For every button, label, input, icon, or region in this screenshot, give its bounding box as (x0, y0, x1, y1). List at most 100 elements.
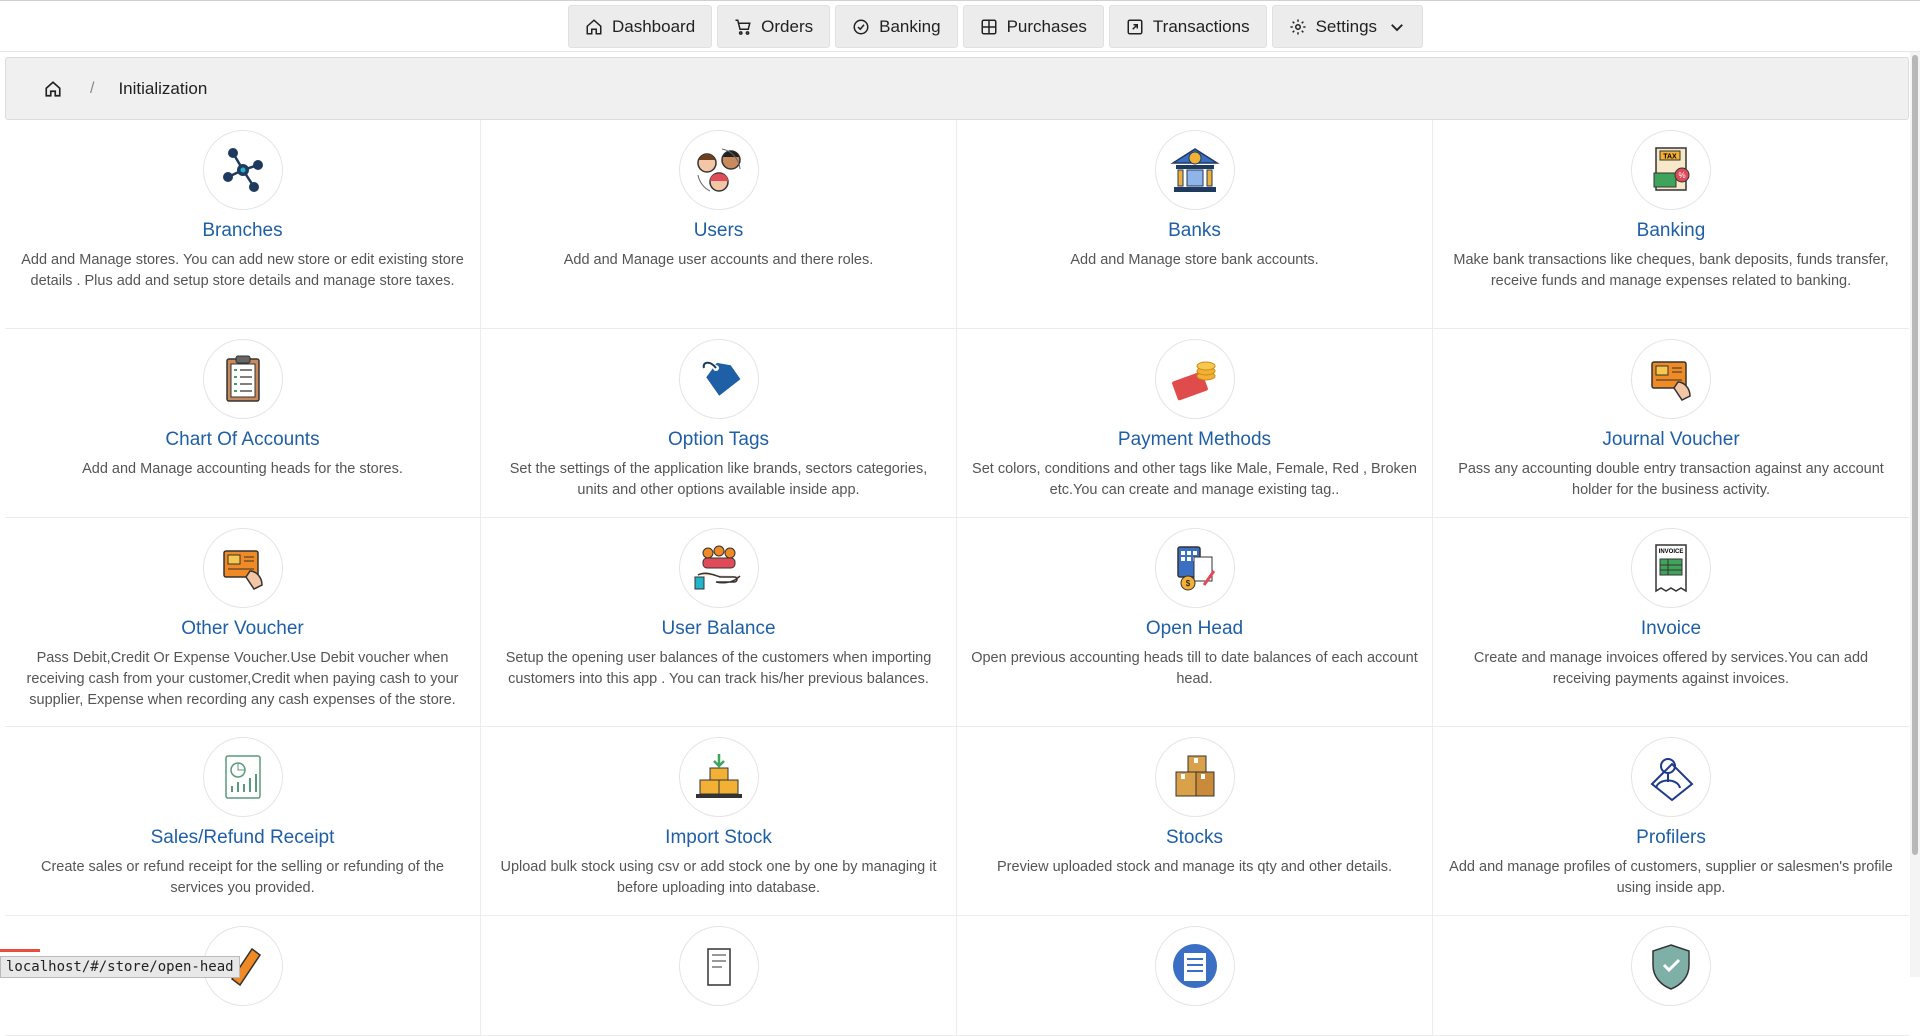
card-icon-wrap (202, 130, 283, 210)
card-icon-wrap (1154, 737, 1235, 817)
card-payment-methods[interactable]: Payment Methods Set colors, conditions a… (957, 329, 1433, 518)
nav-orders[interactable]: Orders (717, 5, 831, 48)
card-title[interactable]: Import Stock (481, 827, 956, 849)
card-description: Add and manage profiles of customers, su… (1449, 859, 1893, 896)
cart-icon (735, 19, 751, 35)
clipboard-icon (225, 355, 260, 402)
nav-dashboard[interactable]: Dashboard (568, 5, 713, 48)
nav-transactions[interactable]: Transactions (1108, 5, 1267, 48)
card-user-balance[interactable]: User Balance Setup the opening user bala… (481, 518, 957, 727)
report-icon (224, 755, 261, 799)
card-journal-voucher[interactable]: Journal Voucher Pass any accounting doub… (1433, 329, 1909, 518)
svg-text:$: $ (1185, 579, 1190, 588)
card-title[interactable]: Option Tags (481, 429, 956, 451)
card-title[interactable]: Banks (957, 220, 1432, 242)
card-title[interactable]: Stocks (957, 827, 1432, 849)
tax-icon: TAX% (1653, 147, 1690, 191)
card-title[interactable]: Payment Methods (957, 429, 1432, 451)
nav-label: Orders (761, 16, 814, 36)
profile-icon (1650, 758, 1694, 802)
card-title[interactable]: Profilers (1433, 827, 1909, 849)
card-partial-4[interactable] (1433, 916, 1909, 1036)
card-description: Add and Manage user accounts and there r… (563, 252, 874, 268)
card-icon-wrap (1631, 926, 1711, 1006)
network-icon (222, 148, 263, 192)
card-description: Open previous accounting heads till to d… (971, 650, 1418, 687)
card-description: Pass any accounting double entry transac… (1458, 461, 1884, 498)
external-icon (1127, 19, 1143, 34)
card-description: Make bank transactions like cheques, ban… (1453, 252, 1889, 289)
card-title[interactable]: Other Voucher (5, 618, 480, 640)
nav-settings[interactable]: Settings (1271, 5, 1424, 48)
gear-icon (1290, 19, 1306, 34)
card-users[interactable]: Users Add and Manage user accounts and t… (481, 120, 957, 329)
card-description: Add and Manage accounting heads for the … (82, 461, 403, 477)
card-description: Set the settings of the application like… (509, 461, 928, 498)
card-profilers[interactable]: Profilers Add and manage profiles of cus… (1433, 727, 1909, 916)
card-partial-2[interactable] (481, 916, 957, 1036)
shield-icon (1652, 944, 1690, 990)
card-icon-wrap (1154, 130, 1235, 210)
card-icon-wrap (202, 737, 283, 817)
home-icon[interactable] (44, 80, 62, 98)
voucher-hand-icon (222, 550, 263, 590)
card-open-head[interactable]: $ Open Head Open previous accounting hea… (957, 518, 1433, 727)
card-title[interactable]: Users (481, 220, 956, 242)
hand-people-icon (694, 545, 741, 590)
scrollbar-thumb[interactable] (1912, 55, 1918, 855)
voucher-hand-icon (1651, 361, 1691, 401)
status-url: localhost/#/store/open-head (0, 956, 240, 978)
card-stocks[interactable]: Stocks Preview uploaded stock and manage… (957, 727, 1433, 916)
card-icon-wrap: INVOICE (1631, 528, 1711, 608)
card-description: Upload bulk stock using csv or add stock… (500, 859, 937, 896)
nav-label: Purchases (1006, 16, 1087, 36)
card-title[interactable]: Banking (1433, 220, 1909, 242)
card-title[interactable]: Sales/Refund Receipt (5, 827, 480, 849)
nav-banking[interactable]: Banking (835, 5, 958, 48)
card-other-voucher[interactable]: Other Voucher Pass Debit,Credit Or Expen… (5, 518, 481, 727)
card-partial-3[interactable] (957, 916, 1433, 1036)
card-title[interactable]: Chart Of Accounts (5, 429, 480, 451)
svg-text:INVOICE: INVOICE (1659, 549, 1684, 555)
progress-indicator (0, 949, 40, 952)
grid-icon (981, 19, 997, 34)
card-icon-wrap (1154, 339, 1235, 419)
module-grid: Branches Add and Manage stores. You can … (5, 120, 1909, 1036)
card-icon-wrap (1631, 737, 1711, 817)
card-title[interactable]: Invoice (1433, 618, 1909, 640)
card-title[interactable]: Open Head (957, 618, 1432, 640)
boxes-icon (1175, 755, 1214, 797)
nav-label: Settings (1315, 16, 1378, 36)
card-icon-wrap (678, 339, 759, 419)
card-chart-of-accounts[interactable]: Chart Of Accounts Add and Manage account… (5, 329, 481, 518)
svg-text:TAX: TAX (1663, 154, 1677, 161)
card-banks[interactable]: Banks Add and Manage store bank accounts… (957, 120, 1433, 329)
bank-icon (1169, 148, 1220, 192)
nav-label: Dashboard (612, 16, 696, 36)
card-description: Set colors, conditions and other tags li… (972, 461, 1417, 498)
card-branches[interactable]: Branches Add and Manage stores. You can … (5, 120, 481, 329)
breadcrumb-separator: / (90, 79, 95, 97)
chevron-down-icon (1391, 23, 1403, 31)
card-icon-wrap (678, 737, 759, 817)
nav-purchases[interactable]: Purchases (962, 5, 1104, 48)
card-description: Preview uploaded stock and manage its qt… (997, 859, 1392, 875)
main-nav: Dashboard Orders Banking Purchases Trans… (568, 5, 1424, 48)
card-icon-wrap: TAX% (1631, 130, 1711, 210)
tag-icon (702, 361, 740, 396)
card-title[interactable]: User Balance (481, 618, 956, 640)
card-icon-wrap (202, 528, 283, 608)
svg-text:%: % (1678, 171, 1685, 180)
top-navbar: Dashboard Orders Banking Purchases Trans… (0, 0, 1920, 52)
card-title[interactable]: Branches (5, 220, 480, 242)
list-icon (1172, 944, 1217, 988)
card-invoice[interactable]: INVOICE Invoice Create and manage invoic… (1433, 518, 1909, 727)
card-icon-wrap: $ (1154, 528, 1235, 608)
card-import-stock[interactable]: Import Stock Upload bulk stock using csv… (481, 727, 957, 916)
card-banking[interactable]: TAX% Banking Make bank transactions like… (1433, 120, 1909, 329)
card-description: Create sales or refund receipt for the s… (40, 859, 444, 896)
card-option-tags[interactable]: Option Tags Set the settings of the appl… (481, 329, 957, 518)
card-description: Setup the opening user balances of the c… (505, 650, 932, 687)
card-sales-refund-receipt[interactable]: Sales/Refund Receipt Create sales or ref… (5, 727, 481, 916)
card-title[interactable]: Journal Voucher (1433, 429, 1909, 451)
